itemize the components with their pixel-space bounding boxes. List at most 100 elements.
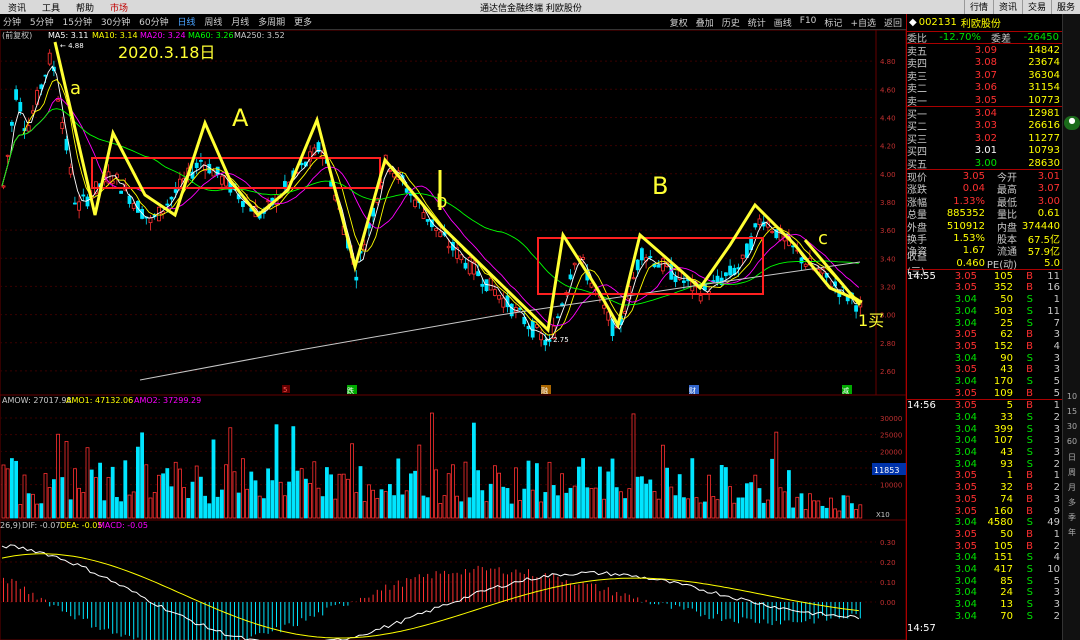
quote-button[interactable]: 行情: [963, 0, 993, 14]
amo-bar: [703, 501, 707, 519]
sidebar-15[interactable]: 15: [1064, 407, 1080, 421]
menu-help[interactable]: 帮助: [68, 1, 102, 14]
sidebar-quarter[interactable]: 季: [1064, 512, 1080, 526]
tick-side: S: [1026, 317, 1033, 329]
mark-button[interactable]: 标记: [820, 16, 846, 29]
sidebar-month[interactable]: 月: [1064, 482, 1080, 496]
tab-weekly[interactable]: 周线: [201, 18, 225, 28]
tick-volume: 5: [1006, 400, 1013, 412]
candle-body: [484, 279, 489, 292]
chart-area[interactable]: 4.80 4.60 4.40 4.20 4.00 3.80 3.60 3.40 3.20 3.00…: [0, 29, 908, 640]
amo-bar: [711, 496, 716, 519]
tab-1min[interactable]: 分钟: [0, 18, 24, 28]
tick-count: 2: [1053, 540, 1060, 552]
amo-bar: [253, 480, 258, 519]
tick-row: 14:57: [907, 622, 1062, 634]
overlay-button[interactable]: 叠加: [692, 16, 718, 29]
tab-60min[interactable]: 60分钟: [136, 18, 171, 28]
tick-list[interactable]: 14:55 3.05 105 B 11 3.05 352 B 16 3.04 50 S 1 3.04 303…: [907, 270, 1062, 634]
sidebar-circle-icon[interactable]: ●: [1064, 116, 1080, 130]
candle-body: [14, 89, 19, 100]
amo-bar: [169, 486, 174, 519]
add-watchlist-button[interactable]: +自选: [846, 16, 880, 29]
amo-bar: [539, 501, 543, 519]
tab-5min[interactable]: 5分钟: [27, 18, 57, 28]
tick-count: 3: [1053, 423, 1060, 435]
tick-side: S: [1026, 563, 1033, 575]
menu-news[interactable]: 资讯: [0, 1, 34, 14]
sidebar-week[interactable]: 周: [1064, 467, 1080, 481]
tick-count: 1: [1053, 294, 1060, 306]
f10-button[interactable]: F10: [796, 16, 821, 29]
tick-price: 3.04: [954, 552, 977, 564]
candle-body: [387, 170, 392, 172]
candle-body: [30, 110, 35, 114]
tick-side: S: [1026, 458, 1033, 470]
amo-bar: [47, 487, 52, 519]
tick-price: 3.04: [954, 294, 977, 306]
sidebar-60[interactable]: 60: [1064, 437, 1080, 451]
ma5-label: MA5: 3.11: [48, 31, 89, 40]
amo-bar: [127, 494, 132, 519]
menu-market[interactable]: 市场: [102, 1, 136, 14]
tick-volume: 107: [993, 435, 1013, 447]
tick-time: 14:55: [907, 270, 936, 282]
chart-svg[interactable]: 4.804.604.404.204.003.803.603.403.203.00…: [0, 29, 908, 640]
amo-bar: [568, 487, 573, 519]
tab-more[interactable]: 更多: [291, 18, 315, 28]
amo-bar: [278, 481, 283, 519]
amo-bar: [261, 498, 266, 519]
tick-volume: 62: [1000, 329, 1013, 341]
amo-bar: [211, 439, 216, 519]
amo-bar: [732, 502, 737, 519]
tick-row: 3.04 4580 S 49: [907, 517, 1062, 529]
tab-15min[interactable]: 15分钟: [60, 18, 95, 28]
tick-row: 3.04 85 S 5: [907, 575, 1062, 587]
amo-bar: [236, 492, 241, 519]
dea-label: DEA: -0.05: [60, 521, 102, 530]
main-menu: 资讯 工具 帮助 市场: [0, 1, 136, 14]
candle-body: [631, 277, 636, 280]
tab-30min[interactable]: 30分钟: [98, 18, 133, 28]
macd-panel: 26,9) DIF: -0.07 DEA: -0.05 MACD: -0.05 …: [0, 519, 907, 640]
trade-button[interactable]: 交易: [1021, 0, 1051, 14]
sidebar-multi[interactable]: 多: [1064, 497, 1080, 511]
tick-row: 3.05 32 B 2: [907, 482, 1062, 494]
draw-button[interactable]: 画线: [770, 16, 796, 29]
tab-daily[interactable]: 日线: [174, 18, 198, 28]
service-button[interactable]: 服务: [1050, 0, 1080, 14]
sidebar-30[interactable]: 30: [1064, 422, 1080, 436]
tick-side: S: [1026, 352, 1033, 364]
adjust-button[interactable]: 复权: [666, 16, 692, 29]
stock-code-icon: ◆: [909, 17, 917, 28]
sidebar-day[interactable]: 日: [1064, 452, 1080, 466]
sidebar-10[interactable]: 10: [1064, 392, 1080, 406]
candle-body: [673, 276, 678, 283]
amo-bar: [383, 491, 388, 519]
tab-monthly[interactable]: 月线: [228, 18, 252, 28]
stats-button[interactable]: 统计: [744, 16, 770, 29]
tick-price: 3.05: [954, 340, 977, 352]
amo-bar: [396, 458, 401, 519]
menu-tools[interactable]: 工具: [34, 1, 68, 14]
amo-bar: [476, 470, 481, 519]
tick-row: 3.04 399 S 3: [907, 423, 1062, 435]
tab-multi[interactable]: 多周期: [255, 18, 288, 28]
sidebar-year[interactable]: 年: [1064, 527, 1080, 541]
amo-bar: [110, 466, 115, 519]
tick-side: B: [1026, 493, 1033, 505]
dif-label: DIF: -0.07: [22, 521, 60, 530]
info-button[interactable]: 资讯: [992, 0, 1022, 14]
history-button[interactable]: 历史: [718, 16, 744, 29]
tick-price: 3.04: [954, 458, 977, 470]
bid-volume: 10793: [1028, 145, 1060, 157]
price-tick: 4.20: [880, 143, 896, 151]
back-button[interactable]: 返回: [880, 16, 906, 29]
candle-body: [740, 254, 745, 259]
candle-body: [56, 99, 60, 102]
quote-panel: ◆ 002131 利欧股份 委比 -12.70% 委差 -26450 卖五 3.0…: [906, 14, 1062, 640]
low-label: ← 2.75: [545, 336, 569, 344]
tick-side: S: [1026, 305, 1033, 317]
tick-volume: 160: [993, 505, 1013, 517]
amo-bar: [812, 500, 816, 519]
